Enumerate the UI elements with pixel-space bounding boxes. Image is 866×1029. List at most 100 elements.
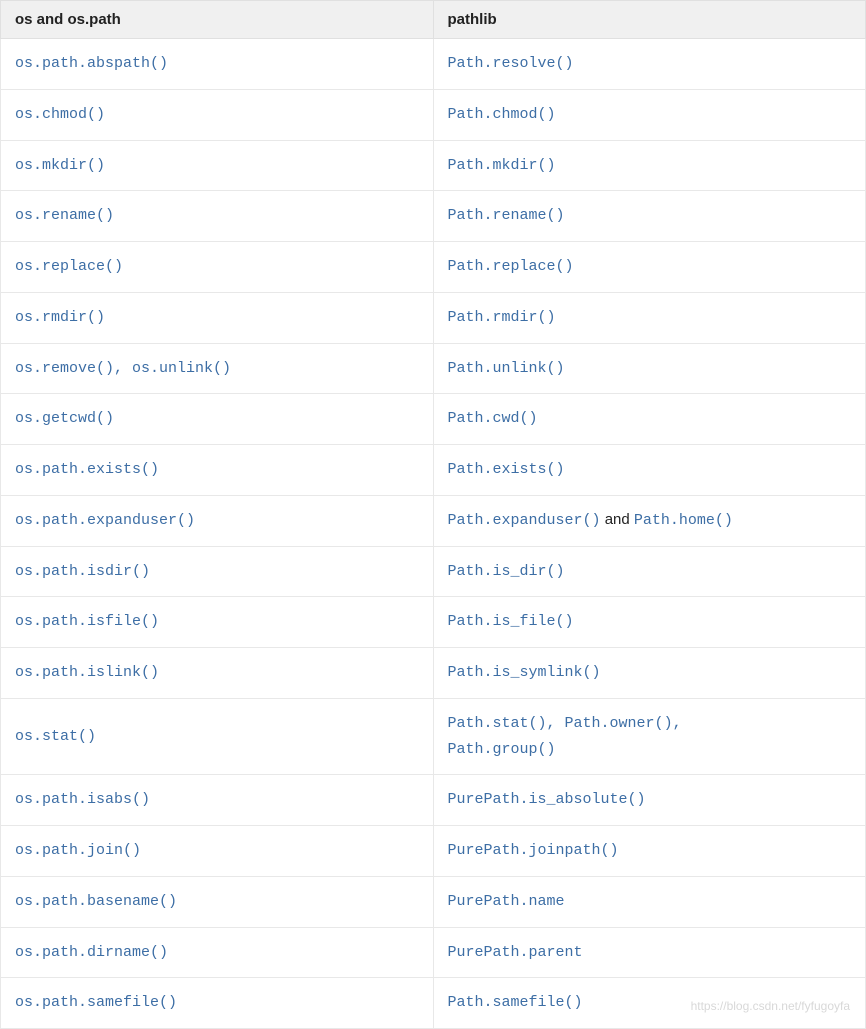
os-cell: os.stat() [1, 698, 434, 775]
api-link[interactable]: os.path.isabs() [15, 791, 150, 808]
comma-separator: , [673, 715, 682, 732]
os-cell: os.path.isdir() [1, 546, 434, 597]
api-link[interactable]: Path.is_dir() [448, 563, 565, 580]
pathlib-cell: Path.cwd() [433, 394, 866, 445]
api-link[interactable]: os.mkdir() [15, 157, 105, 174]
api-link[interactable]: Path.group() [448, 741, 556, 758]
api-link[interactable]: os.stat() [15, 728, 96, 745]
api-link[interactable]: Path.home() [634, 512, 733, 529]
pathlib-cell: Path.is_file() [433, 597, 866, 648]
pathlib-cell: Path.chmod() [433, 89, 866, 140]
table-row: os.path.expanduser() Path.expanduser() an… [1, 495, 866, 546]
pathlib-cell: Path.is_dir() [433, 546, 866, 597]
api-link[interactable]: Path.cwd() [448, 410, 538, 427]
os-cell: os.remove(), os.unlink() [1, 343, 434, 394]
api-link[interactable]: os.remove() [15, 360, 114, 377]
table-row: os.stat() Path.stat(), Path.owner(), Path… [1, 698, 866, 775]
table-row: os.rename() Path.rename() [1, 191, 866, 242]
os-cell: os.path.samefile() [1, 978, 434, 1029]
os-cell: os.replace() [1, 242, 434, 293]
pathlib-cell: PurePath.parent [433, 927, 866, 978]
table-row: os.mkdir() Path.mkdir() [1, 140, 866, 191]
pathlib-cell: Path.rmdir() [433, 292, 866, 343]
os-cell: os.mkdir() [1, 140, 434, 191]
pathlib-cell: Path.stat(), Path.owner(), Path.group() [433, 698, 866, 775]
table-row: os.path.isfile() Path.is_file() [1, 597, 866, 648]
api-link[interactable]: os.rmdir() [15, 309, 105, 326]
api-link[interactable]: Path.expanduser() [448, 512, 601, 529]
api-link[interactable]: Path.rename() [448, 207, 565, 224]
api-link[interactable]: Path.unlink() [448, 360, 565, 377]
comparison-table: os and os.path pathlib os.path.abspath()… [0, 0, 866, 1029]
table-row: os.path.samefile() Path.samefile() [1, 978, 866, 1029]
os-cell: os.chmod() [1, 89, 434, 140]
api-link[interactable]: Path.stat() [448, 715, 547, 732]
api-link[interactable]: os.path.dirname() [15, 944, 168, 961]
api-link[interactable]: os.path.join() [15, 842, 141, 859]
api-link[interactable]: os.unlink() [132, 360, 231, 377]
comma-separator: , [114, 360, 132, 377]
pathlib-cell: Path.samefile() [433, 978, 866, 1029]
pathlib-cell: Path.exists() [433, 445, 866, 496]
os-cell: os.path.islink() [1, 648, 434, 699]
table-row: os.path.basename() PurePath.name [1, 876, 866, 927]
pathlib-cell: Path.is_symlink() [433, 648, 866, 699]
api-link[interactable]: os.replace() [15, 258, 123, 275]
pathlib-cell: PurePath.is_absolute() [433, 775, 866, 826]
table-row: os.getcwd() Path.cwd() [1, 394, 866, 445]
api-link[interactable]: Path.mkdir() [448, 157, 556, 174]
api-link[interactable]: os.path.exists() [15, 461, 159, 478]
and-connector: and [601, 511, 634, 528]
api-link[interactable]: Path.exists() [448, 461, 565, 478]
comma-separator: , [547, 715, 565, 732]
api-link[interactable]: Path.replace() [448, 258, 574, 275]
api-link[interactable]: PurePath.is_absolute() [448, 791, 646, 808]
table-row: os.path.dirname() PurePath.parent [1, 927, 866, 978]
pathlib-cell: PurePath.joinpath() [433, 826, 866, 877]
api-link[interactable]: os.chmod() [15, 106, 105, 123]
table-row: os.path.islink() Path.is_symlink() [1, 648, 866, 699]
os-cell: os.path.expanduser() [1, 495, 434, 546]
os-cell: os.path.basename() [1, 876, 434, 927]
os-cell: os.path.exists() [1, 445, 434, 496]
os-cell: os.path.dirname() [1, 927, 434, 978]
pathlib-cell: Path.mkdir() [433, 140, 866, 191]
api-link[interactable]: os.path.isfile() [15, 613, 159, 630]
pathlib-cell: Path.resolve() [433, 39, 866, 90]
table-row: os.path.join() PurePath.joinpath() [1, 826, 866, 877]
api-link[interactable]: Path.samefile() [448, 994, 583, 1011]
table-row: os.remove(), os.unlink() Path.unlink() [1, 343, 866, 394]
api-link[interactable]: os.path.isdir() [15, 563, 150, 580]
api-link[interactable]: Path.resolve() [448, 55, 574, 72]
pathlib-cell: Path.replace() [433, 242, 866, 293]
api-link[interactable]: PurePath.name [448, 893, 565, 910]
api-link[interactable]: Path.rmdir() [448, 309, 556, 326]
api-link[interactable]: PurePath.joinpath() [448, 842, 619, 859]
api-link[interactable]: os.path.abspath() [15, 55, 168, 72]
os-cell: os.path.join() [1, 826, 434, 877]
os-cell: os.rmdir() [1, 292, 434, 343]
api-link[interactable]: Path.chmod() [448, 106, 556, 123]
api-link[interactable]: os.path.expanduser() [15, 512, 195, 529]
os-cell: os.getcwd() [1, 394, 434, 445]
api-link[interactable]: os.rename() [15, 207, 114, 224]
api-link[interactable]: os.getcwd() [15, 410, 114, 427]
os-cell: os.rename() [1, 191, 434, 242]
api-link[interactable]: os.path.basename() [15, 893, 177, 910]
api-link[interactable]: PurePath.parent [448, 944, 583, 961]
api-link[interactable]: os.path.samefile() [15, 994, 177, 1011]
pathlib-cell: Path.rename() [433, 191, 866, 242]
table-row: os.chmod() Path.chmod() [1, 89, 866, 140]
pathlib-cell: Path.expanduser() and Path.home() [433, 495, 866, 546]
api-link[interactable]: os.path.islink() [15, 664, 159, 681]
api-link[interactable]: Path.is_file() [448, 613, 574, 630]
table-row: os.path.isdir() Path.is_dir() [1, 546, 866, 597]
os-cell: os.path.abspath() [1, 39, 434, 90]
api-link[interactable]: Path.is_symlink() [448, 664, 601, 681]
api-link[interactable]: Path.owner() [565, 715, 673, 732]
os-cell: os.path.isabs() [1, 775, 434, 826]
header-pathlib: pathlib [433, 1, 866, 39]
pathlib-cell: PurePath.name [433, 876, 866, 927]
table-row: os.rmdir() Path.rmdir() [1, 292, 866, 343]
table-row: os.replace() Path.replace() [1, 242, 866, 293]
